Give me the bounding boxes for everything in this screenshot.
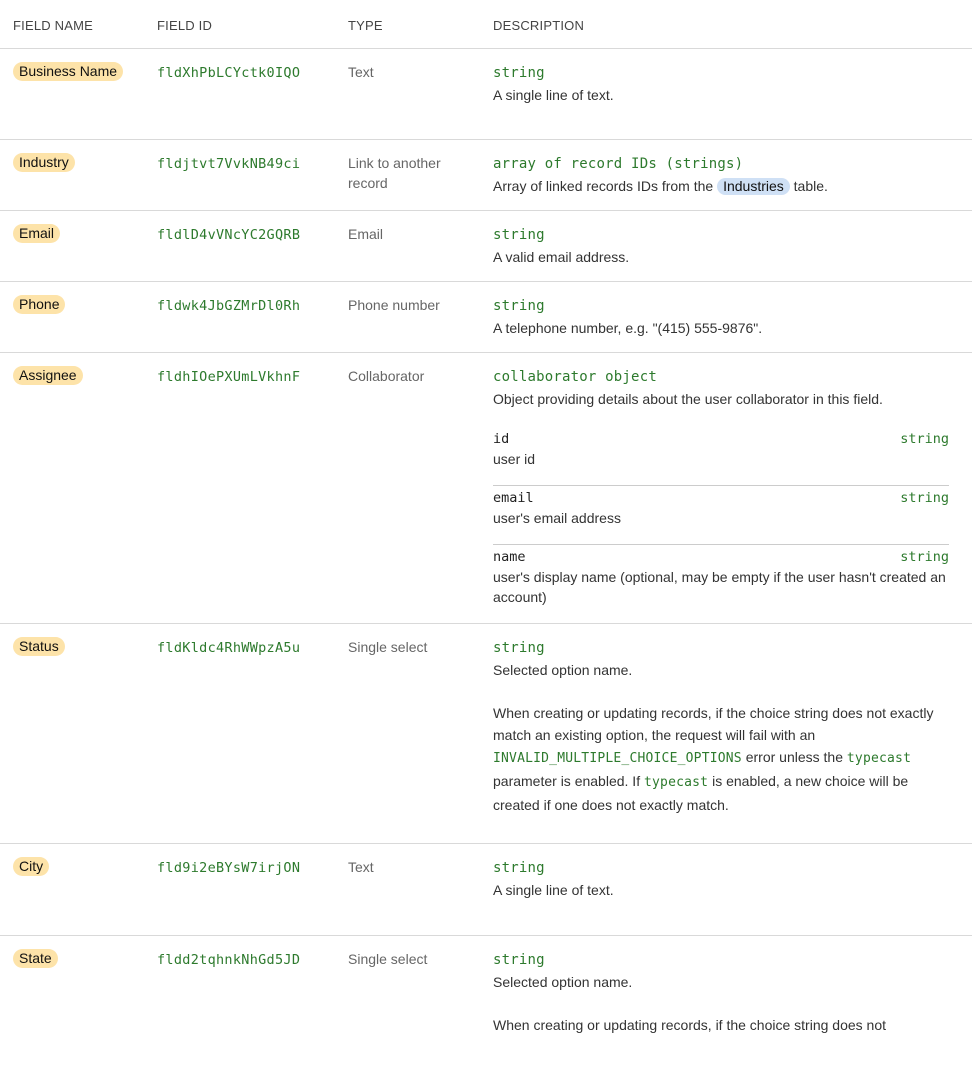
field-id: fld9i2eBYsW7irjON xyxy=(157,860,301,876)
header-type: TYPE xyxy=(348,18,383,33)
subfield-list: id string user id email string user's em… xyxy=(493,427,949,605)
field-name-pill: Status xyxy=(13,637,65,656)
description-type: array of record IDs (strings) xyxy=(493,156,744,172)
description-note: When creating or updating records, if th… xyxy=(493,1017,886,1033)
table-row: State fldd2tqhnkNhGd5JD Single select st… xyxy=(0,936,972,1076)
subfield-item: name string user's display name (optiona… xyxy=(493,545,949,605)
typecast-code: typecast xyxy=(846,751,912,766)
description-type: collaborator object xyxy=(493,369,657,385)
subfield-description: user id xyxy=(493,451,536,467)
field-description: collaborator object Object providing det… xyxy=(493,366,949,605)
field-name-pill: State xyxy=(13,949,58,968)
description-text: Object providing details about the user … xyxy=(493,391,883,407)
field-type: Collaborator xyxy=(348,368,425,384)
description-text: A telephone number, e.g. "(415) 555-9876… xyxy=(493,320,763,336)
table-row: Phone fldwk4JbGZMrDl0Rh Phone number str… xyxy=(0,282,972,353)
description-text: Selected option name. xyxy=(493,974,633,990)
table-row: Status fldKldc4RhWWpzA5u Single select s… xyxy=(0,624,972,844)
description-type: string xyxy=(493,298,545,314)
field-id: fldjtvt7VvkNB49ci xyxy=(157,156,301,172)
table-row: Business Name fldXhPbLCYctk0IQO Text str… xyxy=(0,49,972,140)
subfield-type: string xyxy=(900,431,949,447)
typecast-code: typecast xyxy=(643,775,709,790)
subfield-key: name xyxy=(493,549,526,565)
table-row: Assignee fldhIOePXUmLVkhnF Collaborator … xyxy=(0,353,972,624)
table-row: Industry fldjtvt7VvkNB49ci Link to anoth… xyxy=(0,140,972,211)
description-text: A single line of text. xyxy=(493,882,614,898)
field-name-pill: City xyxy=(13,857,50,876)
field-type: Phone number xyxy=(348,297,440,313)
subfield-type: string xyxy=(900,549,949,565)
description-type: string xyxy=(493,860,545,876)
field-type: Single select xyxy=(348,951,428,967)
table-header: FIELD NAME FIELD ID TYPE DESCRIPTION xyxy=(0,0,972,49)
subfield-key: email xyxy=(493,490,534,506)
subfield-key: id xyxy=(493,431,510,447)
field-name-pill: Industry xyxy=(13,153,75,172)
field-id: fldKldc4RhWWpzA5u xyxy=(157,640,301,656)
description-type: string xyxy=(493,640,545,656)
field-description: string Selected option name. When creati… xyxy=(493,637,949,816)
field-type: Link to another record xyxy=(348,155,441,191)
field-id: fldd2tqhnkNhGd5JD xyxy=(157,952,301,968)
field-type: Text xyxy=(348,64,374,80)
field-name-pill: Assignee xyxy=(13,366,83,385)
field-type: Single select xyxy=(348,639,428,655)
field-id: fldhIOePXUmLVkhnF xyxy=(157,369,301,385)
subfield-description: user's display name (optional, may be em… xyxy=(493,569,946,605)
description-text: A single line of text. xyxy=(493,87,614,103)
error-code: INVALID_MULTIPLE_CHOICE_OPTIONS xyxy=(493,751,742,766)
field-type: Email xyxy=(348,226,384,242)
field-type: Text xyxy=(348,859,374,875)
field-name-pill: Email xyxy=(13,224,61,243)
description-type: string xyxy=(493,952,545,968)
field-description: array of record IDs (strings) Array of l… xyxy=(493,153,949,196)
field-description: string A telephone number, e.g. "(415) 5… xyxy=(493,295,949,338)
description-type: string xyxy=(493,227,545,243)
subfield-item: id string user id xyxy=(493,427,949,486)
field-id: fldlD4vVNcYC2GQRB xyxy=(157,227,301,243)
header-description: DESCRIPTION xyxy=(493,18,585,33)
linked-table-link[interactable]: Industries xyxy=(717,178,790,195)
field-name-pill: Phone xyxy=(13,295,66,314)
field-description: string A single line of text. xyxy=(493,62,949,105)
fields-table: FIELD NAME FIELD ID TYPE DESCRIPTION Bus… xyxy=(0,0,972,1076)
table-row: Email fldlD4vVNcYC2GQRB Email string A v… xyxy=(0,211,972,282)
description-note: When creating or updating records, if th… xyxy=(493,705,934,813)
header-field-name: FIELD NAME xyxy=(13,18,94,33)
description-text: Selected option name. xyxy=(493,662,633,678)
field-description: string A single line of text. xyxy=(493,857,949,900)
field-description: string A valid email address. xyxy=(493,224,949,267)
field-id: fldwk4JbGZMrDl0Rh xyxy=(157,298,301,314)
description-text: Array of linked records IDs from the Ind… xyxy=(493,178,828,195)
field-description: string Selected option name. When creati… xyxy=(493,949,949,1036)
header-field-id: FIELD ID xyxy=(157,18,213,33)
subfield-item: email string user's email address xyxy=(493,486,949,545)
description-type: string xyxy=(493,65,545,81)
subfield-description: user's email address xyxy=(493,510,621,526)
table-row: City fld9i2eBYsW7irjON Text string A sin… xyxy=(0,844,972,936)
description-text: A valid email address. xyxy=(493,249,630,265)
field-name-pill: Business Name xyxy=(13,62,124,81)
field-id: fldXhPbLCYctk0IQO xyxy=(157,65,301,81)
subfield-type: string xyxy=(900,490,949,506)
